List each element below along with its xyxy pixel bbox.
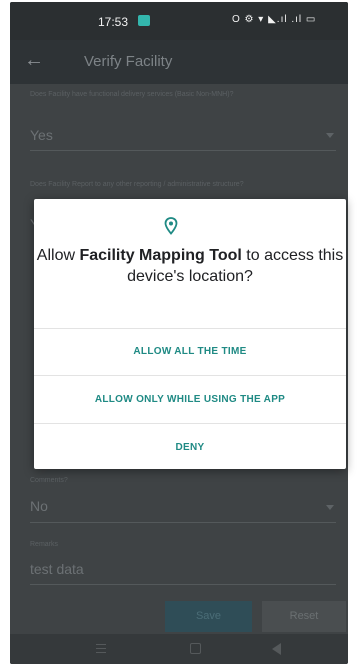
recent-apps-icon[interactable]	[96, 644, 106, 653]
question-reporting-structure: Does Facility Report to any other report…	[30, 181, 244, 188]
app-bar: ← Verify Facility	[10, 40, 348, 84]
field-underline	[30, 150, 336, 151]
status-icons: O ⚙ ▾ ◣.ıl .ıl ▭	[232, 14, 317, 25]
status-time: 17:53	[98, 15, 129, 29]
location-permission-dialog	[34, 199, 346, 469]
remarks-input[interactable]: test data	[30, 561, 84, 577]
dialog-title-app-name: Facility Mapping Tool	[79, 247, 242, 264]
field-underline	[30, 522, 336, 523]
label-remarks: Remarks	[30, 541, 59, 548]
dialog-divider	[34, 375, 346, 376]
reset-button[interactable]: Reset	[262, 601, 346, 632]
answer-delivery-services[interactable]: Yes	[30, 127, 53, 143]
status-bar: 17:53 O ⚙ ▾ ◣.ıl .ıl ▭	[10, 2, 348, 40]
field-underline	[30, 584, 336, 585]
save-button[interactable]: Save	[165, 601, 252, 632]
dropdown-arrow-icon[interactable]	[326, 133, 334, 138]
question-comments: Comments?	[30, 477, 68, 484]
question-delivery-services: Does Facility have functional delivery s…	[30, 91, 234, 98]
location-pin-icon	[164, 217, 178, 235]
home-icon[interactable]	[190, 643, 201, 654]
back-arrow-icon[interactable]: ←	[24, 49, 44, 72]
answer-comments[interactable]: No	[30, 498, 48, 514]
page-title: Verify Facility	[84, 53, 173, 70]
nav-back-icon[interactable]	[272, 643, 281, 655]
dialog-title-allow: Allow	[36, 247, 80, 264]
dialog-divider	[34, 423, 346, 424]
system-nav-bar	[10, 634, 348, 664]
deny-button[interactable]: DENY	[34, 442, 346, 453]
dialog-title: Allow Facility Mapping Tool to access th…	[34, 245, 346, 287]
dropdown-arrow-icon[interactable]	[326, 505, 334, 510]
allow-all-the-time-button[interactable]: ALLOW ALL THE TIME	[34, 346, 346, 357]
app-notification-icon	[138, 15, 150, 26]
allow-while-using-button[interactable]: ALLOW ONLY WHILE USING THE APP	[34, 394, 346, 405]
dialog-divider	[34, 328, 346, 329]
